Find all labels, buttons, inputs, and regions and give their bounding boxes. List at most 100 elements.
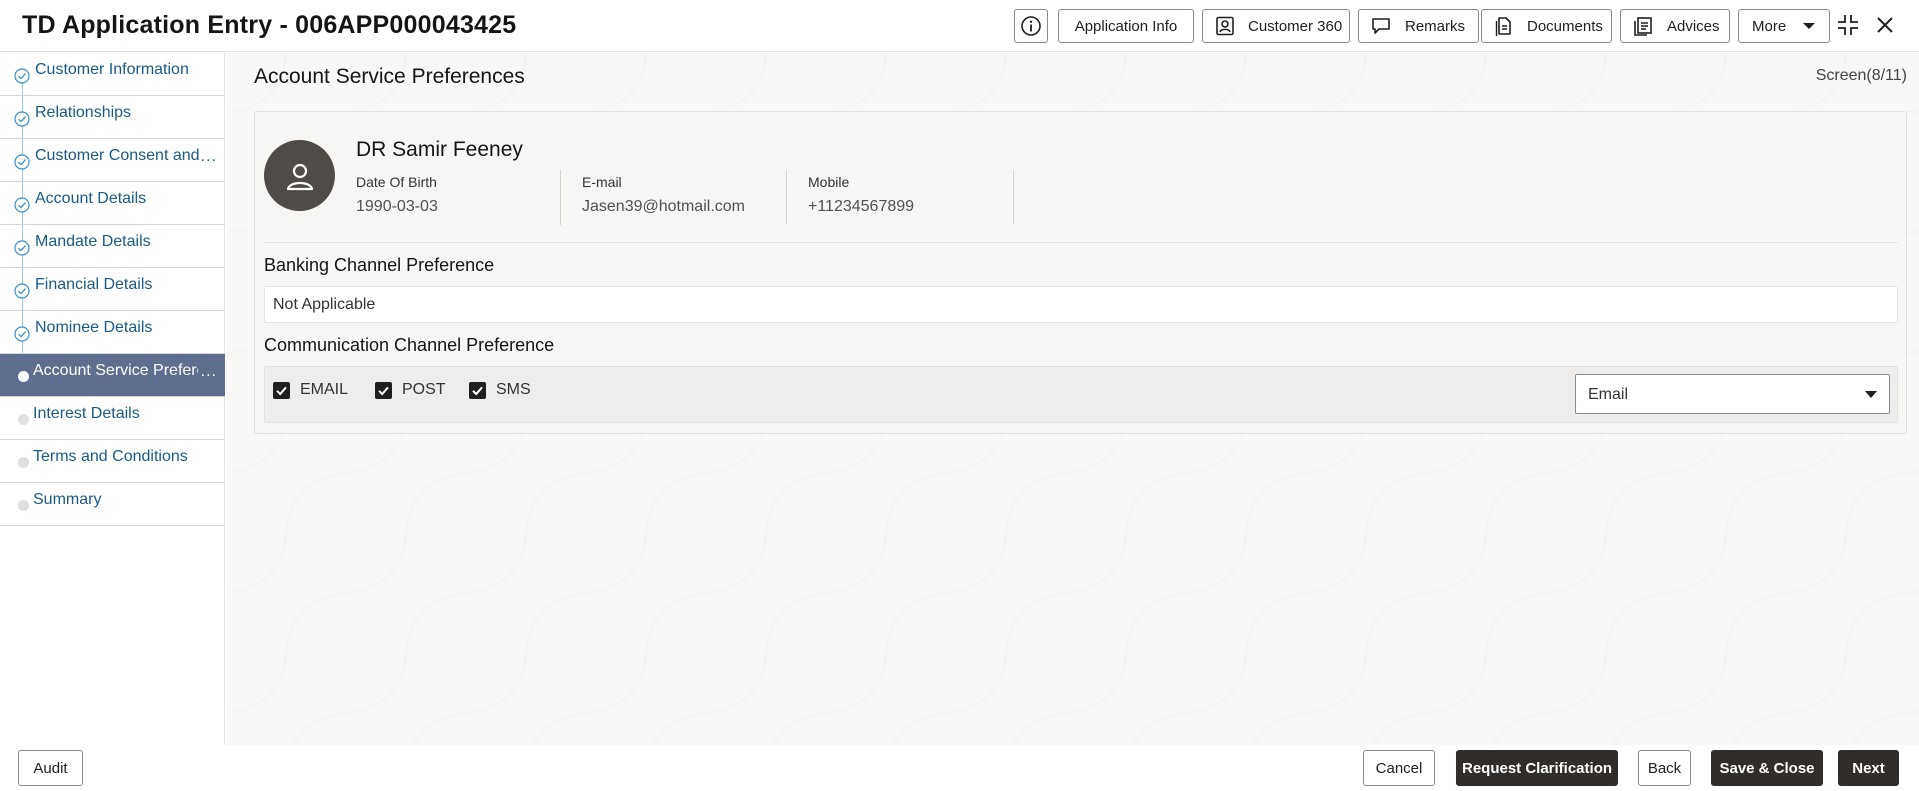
nav-item-financial-details[interactable]: Financial Details (0, 268, 225, 311)
customer-name: DR Samir Feeney (356, 138, 523, 161)
nav-item-mandate-details[interactable]: Mandate Details (0, 225, 225, 268)
nav-item-interest-details[interactable]: Interest Details (0, 397, 225, 440)
remarks-icon (1372, 18, 1390, 34)
close-button[interactable] (1871, 11, 1899, 39)
minimize-button[interactable] (1834, 11, 1862, 39)
preferences-card: DR Samir Feeney Date Of Birth 1990-03-03… (254, 111, 1907, 434)
application-info-label: Application Info (1074, 17, 1178, 35)
checkbox-checked-icon (273, 381, 290, 399)
customer-avatar (264, 140, 335, 211)
documents-icon (1495, 17, 1511, 36)
next-button[interactable]: Next (1838, 750, 1899, 786)
mobile-field: Mobile +11234567899 (808, 170, 1008, 226)
user-icon (286, 163, 313, 190)
email-checkbox[interactable]: EMAIL (273, 381, 348, 399)
application-title: TD Application Entry - 006APP000043425 (22, 11, 517, 39)
date-of-birth-field: Date Of Birth 1990-03-03 (356, 170, 556, 226)
mobile-value: +11234567899 (808, 198, 915, 215)
nav-item-label: Mandate Details (35, 233, 151, 250)
nav-item-summary[interactable]: Summary (0, 483, 225, 526)
checkbox-checked-icon (469, 381, 486, 399)
sms-checkbox[interactable]: SMS (469, 381, 531, 399)
page-title: Account Service Preferences (254, 65, 525, 88)
more-menu-button[interactable]: More (1738, 9, 1830, 43)
column-divider (560, 170, 561, 225)
nav-item-label: Account Service Prefere (33, 362, 198, 379)
nav-item-label: Nominee Details (35, 319, 153, 336)
back-button[interactable]: Back (1638, 750, 1691, 786)
documents-button[interactable]: Documents (1481, 9, 1612, 43)
advices-icon (1634, 17, 1652, 36)
completed-check-icon (14, 111, 30, 127)
current-step-dot-icon (18, 371, 29, 382)
nav-item-customer-consent[interactable]: Customer Consent and ... (0, 139, 225, 182)
nav-item-account-details[interactable]: Account Details (0, 182, 225, 225)
step-navigation-sidebar: Customer Information Relationships Custo… (0, 53, 225, 745)
customer-360-icon (1216, 16, 1234, 36)
chevron-down-icon (1803, 23, 1816, 29)
action-footer: Audit Cancel Request Clarification Back … (0, 745, 1919, 791)
checkbox-checked-icon (375, 381, 392, 399)
date-of-birth-label: Date Of Birth (356, 174, 437, 190)
completed-check-icon (14, 68, 30, 84)
save-and-close-button[interactable]: Save & Close (1711, 750, 1823, 786)
nav-item-nominee-details[interactable]: Nominee Details (0, 311, 225, 354)
close-icon (1877, 17, 1893, 33)
column-divider (1013, 170, 1014, 225)
nav-item-customer-information[interactable]: Customer Information (0, 53, 225, 96)
advices-label: Advices (1667, 17, 1720, 35)
minimize-icon (1838, 15, 1858, 35)
overflow-ellipsis: ... (200, 148, 217, 165)
nav-item-relationships[interactable]: Relationships (0, 96, 225, 139)
banking-channel-heading: Banking Channel Preference (264, 255, 495, 275)
date-of-birth-value: 1990-03-03 (356, 198, 438, 215)
nav-item-label: Financial Details (35, 276, 153, 293)
info-button[interactable] (1014, 9, 1048, 43)
more-label: More (1752, 17, 1787, 35)
communication-channel-heading: Communication Channel Preference (264, 335, 555, 355)
preferred-channel-value: Email (1588, 386, 1629, 403)
post-checkbox-label: POST (402, 381, 446, 398)
request-clarification-button[interactable]: Request Clarification (1456, 750, 1618, 786)
banking-channel-field[interactable]: Not Applicable (264, 286, 1898, 323)
application-info-button[interactable]: Application Info (1058, 9, 1194, 43)
nav-item-label: Terms and Conditions (33, 448, 188, 465)
pending-step-dot-icon (18, 457, 29, 468)
section-divider (264, 242, 1898, 243)
advices-button[interactable]: Advices (1620, 9, 1730, 43)
email-value: Jasen39@hotmail.com (582, 198, 745, 215)
nav-item-label: Relationships (35, 104, 132, 121)
communication-channel-group: EMAIL POST SMS Email (264, 366, 1898, 423)
main-content: Account Service Preferences Screen(8/11)… (226, 53, 1919, 745)
nav-item-account-service-preferences[interactable]: Account Service Prefere ... (0, 354, 225, 397)
overflow-ellipsis: ... (200, 363, 217, 380)
email-field: E-mail Jasen39@hotmail.com (582, 170, 782, 226)
sms-checkbox-label: SMS (496, 381, 531, 398)
pending-step-dot-icon (18, 414, 29, 425)
nav-item-label: Customer Consent and (35, 147, 200, 164)
cancel-button[interactable]: Cancel (1363, 750, 1435, 786)
remarks-label: Remarks (1405, 17, 1466, 35)
nav-item-terms-and-conditions[interactable]: Terms and Conditions (0, 440, 225, 483)
nav-item-label: Summary (33, 491, 102, 508)
email-label: E-mail (582, 174, 622, 190)
completed-check-icon (14, 197, 30, 213)
post-checkbox[interactable]: POST (375, 381, 446, 399)
banking-channel-value: Not Applicable (273, 296, 376, 313)
app-header: TD Application Entry - 006APP000043425 A… (0, 0, 1919, 52)
nav-item-label: Interest Details (33, 405, 140, 422)
pending-step-dot-icon (18, 500, 29, 511)
nav-item-label: Account Details (35, 190, 147, 207)
completed-check-icon (14, 326, 30, 342)
documents-label: Documents (1527, 17, 1603, 35)
completed-check-icon (14, 154, 30, 170)
info-icon (1021, 16, 1041, 36)
customer-360-label: Customer 360 (1248, 17, 1343, 35)
preferred-channel-select[interactable]: Email (1575, 374, 1890, 414)
audit-button[interactable]: Audit (18, 750, 83, 786)
completed-check-icon (14, 240, 30, 256)
customer-360-button[interactable]: Customer 360 (1202, 9, 1350, 43)
remarks-button[interactable]: Remarks (1358, 9, 1479, 43)
email-checkbox-label: EMAIL (300, 381, 349, 398)
completed-check-icon (14, 283, 30, 299)
